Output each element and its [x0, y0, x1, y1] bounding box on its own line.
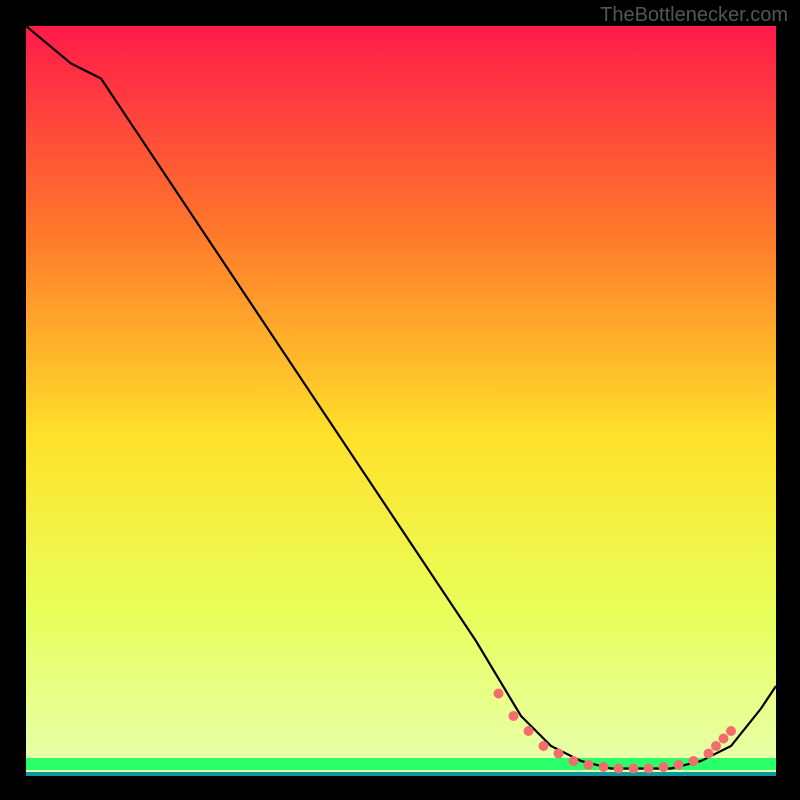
- marker-dot: [584, 760, 594, 770]
- marker-dot: [599, 762, 609, 772]
- marker-dot: [614, 764, 624, 774]
- marker-dot: [674, 760, 684, 770]
- marker-dot: [726, 726, 736, 736]
- marker-dot: [659, 762, 669, 772]
- marker-dot: [711, 741, 721, 751]
- marker-dot: [719, 734, 729, 744]
- marker-dot: [629, 764, 639, 774]
- marker-dot: [524, 726, 534, 736]
- marker-dot: [509, 711, 519, 721]
- marker-dot: [569, 756, 579, 766]
- marker-dot: [554, 749, 564, 759]
- marker-dot: [494, 689, 504, 699]
- marker-dot: [644, 764, 654, 774]
- bottom-teal-line: [26, 772, 776, 776]
- marker-dot: [689, 756, 699, 766]
- plot-area: [26, 26, 776, 776]
- chart-root: TheBottlenecker.com: [0, 0, 800, 800]
- gradient-background: [26, 26, 776, 776]
- marker-dot: [539, 741, 549, 751]
- watermark-text: TheBottlenecker.com: [600, 4, 788, 27]
- marker-dot: [704, 749, 714, 759]
- chart-svg: [26, 26, 776, 776]
